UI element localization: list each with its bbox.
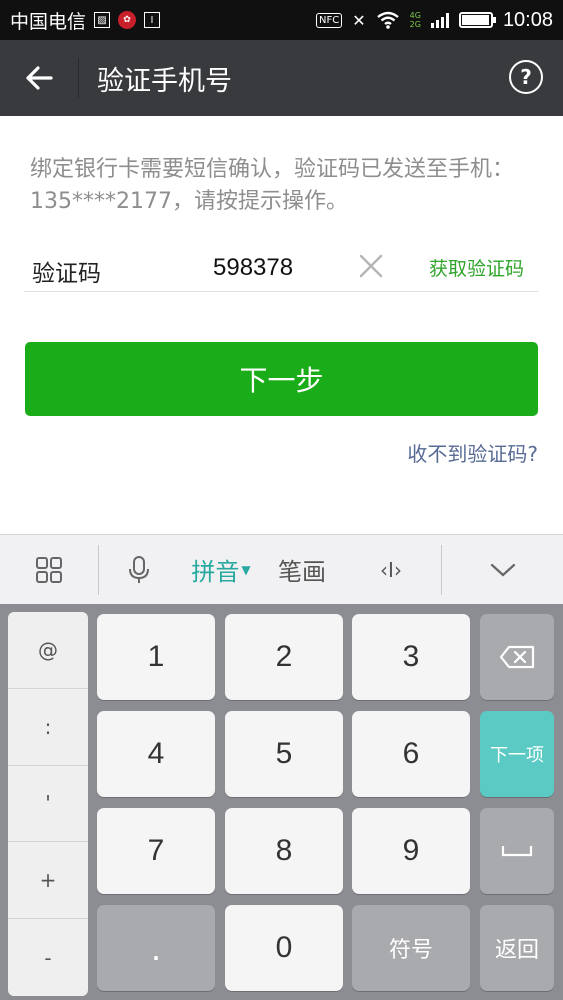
symbol-key[interactable]: : [8,689,88,766]
main-content: 绑定银行卡需要短信确认，验证码已发送至手机：135****2177，请按提示操作… [0,116,563,534]
code-label: 验证码 [32,261,101,287]
symbol-switch-key[interactable]: 符号 [352,905,470,991]
battery-icon [458,12,496,28]
key-3[interactable]: 3 [352,614,470,700]
key-8[interactable]: 8 [225,808,343,894]
key-2[interactable]: 2 [225,614,343,700]
wifi-icon [376,11,399,29]
microphone-icon [129,555,149,583]
symbol-key[interactable]: ' [8,766,88,843]
grid-button[interactable] [0,535,98,605]
key-4[interactable]: 4 [97,711,215,797]
nfc-icon: NFC [316,12,343,28]
back-button[interactable] [0,40,78,116]
voice-button[interactable] [99,535,179,605]
dot-key[interactable]: . [97,905,215,991]
key-7[interactable]: 7 [97,808,215,894]
title-divider [78,58,79,98]
help-button[interactable]: ? [509,60,543,94]
backspace-key[interactable] [480,614,554,700]
key-0[interactable]: 0 [225,905,343,991]
clock: 10:08 [502,8,553,31]
page-title: 验证手机号 [97,65,232,97]
clear-icon [359,254,383,278]
backspace-icon [499,645,535,669]
get-code-button[interactable]: 获取验证码 [429,254,524,281]
notification-icon: I [144,12,161,28]
mute-icon: ✕ [352,10,366,30]
pinyin-button[interactable]: 拼音 ▼ [179,535,263,605]
collapse-keyboard-button[interactable] [442,535,563,605]
key-9[interactable]: 9 [352,808,470,894]
back-arrow-icon [26,66,53,90]
symbol-key[interactable]: - [8,919,88,996]
status-right: NFC ✕ 4G 2G 10:08 [316,9,553,32]
key-1[interactable]: 1 [97,614,215,700]
space-icon [501,846,533,857]
status-bar: 中国电信 ▨ ✿ I NFC ✕ 4G 2G 10:08 [0,0,563,40]
key-6[interactable]: 6 [352,711,470,797]
symbol-key[interactable]: @ [8,612,88,689]
pinyin-label: 拼音 [191,558,240,586]
app-notification-icon: ✿ [118,11,137,29]
symbol-key[interactable]: + [8,842,88,920]
space-key[interactable] [480,808,554,894]
keyboard-toolbar: 拼音 ▼ 笔画 ‹I› [0,534,563,604]
cursor-button[interactable]: ‹I› [341,535,441,605]
network-4g: 4G [409,11,421,20]
no-code-link[interactable]: 收不到验证码? [407,438,538,467]
dropdown-icon: ▼ [241,562,251,577]
code-input[interactable]: 598378 [213,254,293,282]
symbol-column: @ : ' + - [8,612,88,996]
next-field-key[interactable]: 下一项 [480,711,554,797]
number-keyboard: @ : ' + - 1 2 3 4 5 6 下一项 7 8 9 . 0 符号 返… [0,604,563,1000]
help-icon: ? [520,65,532,89]
clear-button[interactable] [357,252,385,280]
code-input-row: 验证码 598378 获取验证码 [24,244,538,292]
network-2g: 2G [409,20,421,29]
bihua-button[interactable]: 笔画 [263,535,341,605]
carrier-name: 中国电信 [10,10,87,33]
chevron-down-icon [490,563,515,576]
next-step-button[interactable]: 下一步 [25,342,538,416]
return-key[interactable]: 返回 [480,905,554,991]
title-bar: 验证手机号 ? [0,40,563,116]
key-5[interactable]: 5 [225,711,343,797]
grid-icon [36,556,62,583]
signal-icon [430,12,449,28]
verification-tip: 绑定银行卡需要短信确认，验证码已发送至手机：135****2177，请按提示操作… [30,157,515,214]
sim-icon: ▨ [94,12,111,28]
network-type: 4G 2G [410,11,421,29]
